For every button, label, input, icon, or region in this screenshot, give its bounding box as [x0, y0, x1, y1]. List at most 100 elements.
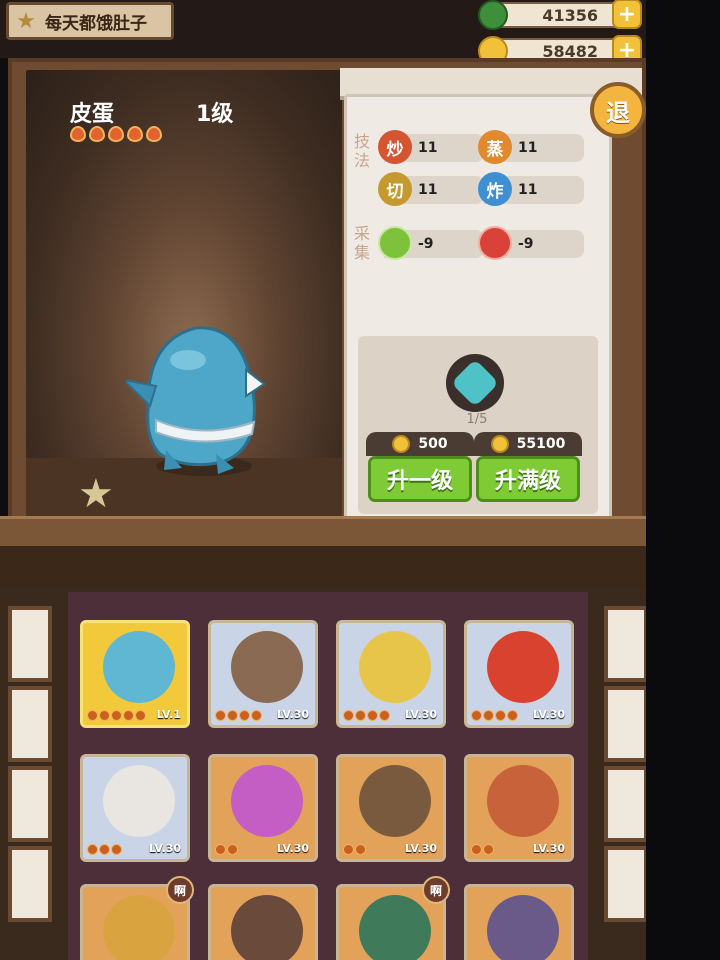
flame-icon [99, 844, 110, 855]
character-portrait [231, 895, 303, 960]
flame-icon [123, 710, 134, 721]
gem-counter: 41356 + [478, 0, 642, 30]
flame-icon [108, 126, 124, 142]
skill-stir-fry: 炒 11 [378, 130, 484, 164]
flame-icon [87, 710, 98, 721]
roster-card[interactable] [464, 884, 574, 960]
card-speech-badge: 啊 [166, 876, 194, 904]
gather-vegetable: -9 [378, 226, 484, 260]
roster-card[interactable]: LV.30 [464, 754, 574, 862]
stir-fry-value: 11 [418, 140, 438, 156]
skills-section-label: 技法 [353, 132, 370, 170]
roster-card[interactable]: LV.1 [80, 620, 190, 728]
pidan-character[interactable] [126, 320, 276, 480]
card-flames [215, 844, 238, 855]
cut-icon: 切 [378, 172, 412, 206]
flame-icon [507, 710, 518, 721]
add-gem-button[interactable]: + [612, 0, 642, 29]
star-badge-icon: ★ [16, 8, 36, 34]
roster-card[interactable]: LV.30 [336, 620, 446, 728]
side-panel-right [604, 686, 648, 762]
cabbage-icon [378, 226, 412, 260]
flame-icon [215, 844, 226, 855]
flame-icon [343, 710, 354, 721]
roster-card[interactable]: LV.30 [208, 754, 318, 862]
character-portrait [103, 631, 175, 703]
flame-icon [367, 710, 378, 721]
deep-fry-icon: 炸 [478, 172, 512, 206]
card-level: LV.30 [532, 708, 565, 721]
upgrade-max-button[interactable]: 升满级 [476, 456, 580, 502]
card-flames [87, 844, 122, 855]
character-rank-flames [70, 126, 162, 142]
flame-icon [111, 710, 122, 721]
gem-icon [478, 0, 508, 30]
character-name: 皮蛋 [70, 102, 115, 127]
cabinet-shelf [0, 516, 660, 546]
flame-icon [471, 844, 482, 855]
skill-orb-icon[interactable] [446, 354, 504, 412]
card-level: LV.30 [532, 842, 565, 855]
player-name-tag[interactable]: ★ 每天都饿肚子 [6, 2, 174, 40]
upgrade-one-button[interactable]: 升一级 [368, 456, 472, 502]
card-level: LV.30 [276, 842, 309, 855]
card-level: LV.1 [156, 708, 181, 721]
card-level: LV.30 [404, 708, 437, 721]
deep-fry-value: 11 [518, 182, 538, 198]
character-portrait [103, 765, 175, 837]
roster-card[interactable]: LV.30 [208, 620, 318, 728]
flame-icon [379, 710, 390, 721]
roster-card[interactable]: LV.30 [464, 620, 574, 728]
player-name: 每天都饿肚子 [45, 13, 147, 34]
flame-icon [146, 126, 162, 142]
card-flames [215, 710, 262, 721]
upgrade-progress: 1/5 [466, 412, 488, 427]
flame-icon [111, 844, 122, 855]
upgrade-one-cost: 500 [366, 432, 474, 456]
roster-card[interactable] [208, 884, 318, 960]
steam-icon: 蒸 [478, 130, 512, 164]
flame-icon [483, 844, 494, 855]
card-flames [471, 710, 518, 721]
flame-icon [87, 844, 98, 855]
card-level: LV.30 [148, 842, 181, 855]
character-portrait [359, 631, 431, 703]
card-speech-badge: 啊 [422, 876, 450, 904]
cut-value: 11 [418, 182, 438, 198]
favorite-star-icon[interactable]: ★ [78, 474, 114, 514]
coin-icon [392, 435, 411, 453]
flame-icon [227, 844, 238, 855]
roster-card[interactable]: LV.30 [336, 754, 446, 862]
flame-icon [483, 710, 494, 721]
character-portrait [231, 765, 303, 837]
flame-icon [251, 710, 262, 721]
vegetable-value: -9 [418, 236, 434, 252]
steam-value: 11 [518, 140, 538, 156]
flame-icon [495, 710, 506, 721]
roster-card[interactable]: LV.30 [80, 754, 190, 862]
side-panel-right [604, 846, 648, 922]
exit-button[interactable]: 退 [590, 82, 646, 138]
coin-icon [490, 435, 509, 453]
flame-icon [355, 710, 366, 721]
card-flames [471, 844, 494, 855]
character-portrait [487, 765, 559, 837]
flame-icon [89, 126, 105, 142]
flame-icon [239, 710, 250, 721]
character-portrait [359, 895, 431, 960]
upgrade-max-cost: 55100 [474, 432, 582, 456]
side-panel-right [604, 766, 648, 842]
side-panel-right [604, 606, 648, 682]
flame-icon [135, 710, 146, 721]
flame-icon [215, 710, 226, 721]
card-flames [343, 844, 366, 855]
upgrade-max-cost-value: 55100 [516, 436, 566, 452]
upgrade-one-cost-value: 500 [418, 436, 448, 452]
skill-steam: 蒸 11 [478, 130, 584, 164]
gather-section-label: 采集 [353, 224, 370, 262]
screen-edge [646, 0, 720, 960]
meat-icon [478, 226, 512, 260]
cabinet-shelf-shadow [0, 546, 660, 588]
stir-fry-icon: 炒 [378, 130, 412, 164]
skill-deep-fry: 炸 11 [478, 172, 584, 206]
